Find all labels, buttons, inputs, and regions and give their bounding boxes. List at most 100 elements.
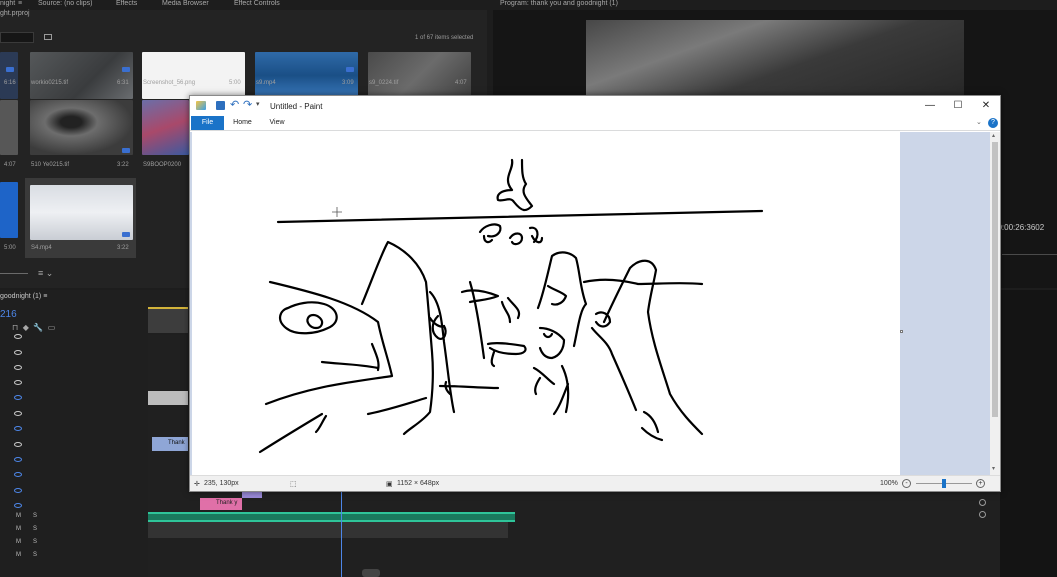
menu-icon[interactable]: ≡ (43, 293, 47, 300)
duration-label: 6:31 (117, 80, 129, 86)
thumbnail-item-9[interactable] (30, 185, 133, 240)
sequence-tab[interactable]: goodnight (1) ≡ (0, 293, 47, 300)
eye-icon[interactable] (14, 411, 22, 416)
tab-media-browser[interactable]: Media Browser (162, 0, 209, 8)
eye-icon[interactable] (14, 380, 22, 385)
maximize-button[interactable]: ☐ (944, 96, 972, 116)
track-header-v11[interactable] (0, 484, 148, 499)
sort-icon[interactable]: ≡ ⌄ (38, 268, 53, 279)
solo-button[interactable]: S (33, 513, 37, 519)
canvas-area (190, 132, 990, 475)
video-clip-pink[interactable]: Thank y (200, 498, 242, 510)
track-header-v7[interactable] (0, 422, 148, 437)
thumbnail-item-0[interactable] (0, 52, 18, 99)
canvas-resize-handle[interactable] (900, 330, 903, 333)
eye-off-icon[interactable] (14, 395, 22, 400)
zoom-in-button[interactable]: + (976, 479, 985, 488)
minimize-button[interactable]: — (916, 96, 944, 116)
solo-button[interactable]: S (33, 526, 37, 532)
tab-home[interactable]: Home (226, 116, 259, 130)
eye-off-icon[interactable] (14, 503, 22, 508)
thumbnail-item-3[interactable] (255, 52, 358, 99)
duration-label: 3:22 (117, 245, 129, 251)
item-name-label: S9BOOP0200 (143, 162, 182, 168)
redo-icon[interactable]: ↷ (243, 98, 252, 111)
timeline-playhead-time[interactable]: 216 (0, 309, 17, 320)
track-header-v8[interactable] (0, 438, 148, 453)
mute-button[interactable]: M (16, 513, 21, 519)
track-header-v10[interactable] (0, 468, 148, 483)
tab-view[interactable]: View (262, 116, 292, 130)
zoom-slider[interactable] (0, 273, 28, 274)
items-selected-label: 1 of 67 items selected (415, 35, 474, 41)
drawing-strokes (258, 158, 764, 454)
drawing-canvas[interactable] (192, 132, 900, 475)
program-monitor-title[interactable]: Program: thank you and goodnight (1) (500, 0, 618, 8)
solo-button[interactable]: S (33, 552, 37, 558)
collapse-ribbon-icon[interactable]: ⌄ (976, 118, 982, 126)
volume-scroll-handle[interactable] (979, 499, 986, 506)
menu-icon[interactable]: ≡ (18, 0, 22, 8)
thumbnail-item-6[interactable] (30, 100, 133, 155)
save-icon[interactable] (216, 101, 225, 110)
quick-access-dropdown-icon[interactable]: ▾ (256, 100, 260, 108)
zoom-out-button[interactable]: - (902, 479, 911, 488)
mute-button[interactable]: M (16, 552, 21, 558)
paint-title-bar[interactable]: ↶ ↷ ▾ Untitled - Paint — ☐ ✕ (190, 96, 1000, 116)
scroll-up-icon[interactable]: ▴ (992, 132, 995, 139)
video-clip-purple[interactable] (242, 492, 262, 498)
eye-icon[interactable] (14, 334, 22, 339)
track-header-v12[interactable] (0, 499, 148, 514)
timeline-scrollbar[interactable] (362, 569, 380, 577)
clip-badge-icon (122, 232, 130, 237)
undo-icon[interactable]: ↶ (230, 98, 239, 111)
eye-icon[interactable] (14, 442, 22, 447)
track-header-v1[interactable] (0, 330, 148, 345)
eye-off-icon[interactable] (14, 472, 22, 477)
tab-project[interactable]: night (0, 0, 15, 8)
eye-icon[interactable] (14, 365, 22, 370)
eye-off-icon[interactable] (14, 426, 22, 431)
video-clip-grey[interactable] (148, 391, 188, 405)
thumbnail-item-7[interactable] (142, 100, 189, 155)
eye-icon[interactable] (14, 350, 22, 355)
search-field[interactable] (0, 32, 34, 43)
scroll-thumb[interactable] (992, 142, 998, 417)
canvas-size-icon: ▣ (386, 481, 393, 488)
close-button[interactable]: ✕ (972, 96, 1000, 116)
program-playback-bar[interactable] (1002, 254, 1057, 255)
zoom-slider-thumb[interactable] (942, 479, 946, 488)
tab-source[interactable]: Source: (no clips) (38, 0, 92, 8)
track-header-v2[interactable] (0, 346, 148, 361)
video-clip[interactable]: Thank (152, 437, 188, 451)
audio-clip[interactable] (148, 512, 515, 522)
scroll-down-icon[interactable]: ▾ (992, 465, 995, 472)
thumbnail-item-4[interactable] (368, 52, 471, 99)
playhead-line[interactable] (341, 490, 342, 577)
mute-button[interactable]: M (16, 526, 21, 532)
cursor-position-icon: ✛ (194, 481, 200, 488)
solo-button[interactable]: S (33, 539, 37, 545)
help-icon[interactable]: ? (988, 118, 998, 128)
program-tab-bar: Program: thank you and goodnight (1) (500, 0, 1057, 10)
track-header-v4[interactable] (0, 376, 148, 391)
cursor-crosshair-icon (332, 207, 342, 217)
track-header-v3[interactable] (0, 361, 148, 376)
eye-off-icon[interactable] (14, 457, 22, 462)
vertical-scrollbar[interactable]: ▴ ▾ (990, 132, 1000, 475)
thumbnail-item-2[interactable] (142, 52, 245, 99)
tab-effects[interactable]: Effects (116, 0, 137, 8)
track-header-v9[interactable] (0, 453, 148, 468)
track-header-v6[interactable] (0, 407, 148, 422)
volume-scroll-handle[interactable] (979, 511, 986, 518)
new-bin-icon[interactable] (44, 34, 52, 40)
mute-button[interactable]: M (16, 539, 21, 545)
eye-off-icon[interactable] (14, 488, 22, 493)
track-header-v5[interactable] (0, 391, 148, 406)
time-ruler[interactable] (148, 307, 188, 333)
thumbnail-item-1[interactable] (30, 52, 133, 99)
thumbnail-item-5[interactable] (0, 100, 18, 155)
tab-effect-controls[interactable]: Effect Controls (234, 0, 280, 8)
tab-file[interactable]: File (191, 116, 224, 130)
thumbnail-item-8[interactable] (0, 182, 18, 238)
